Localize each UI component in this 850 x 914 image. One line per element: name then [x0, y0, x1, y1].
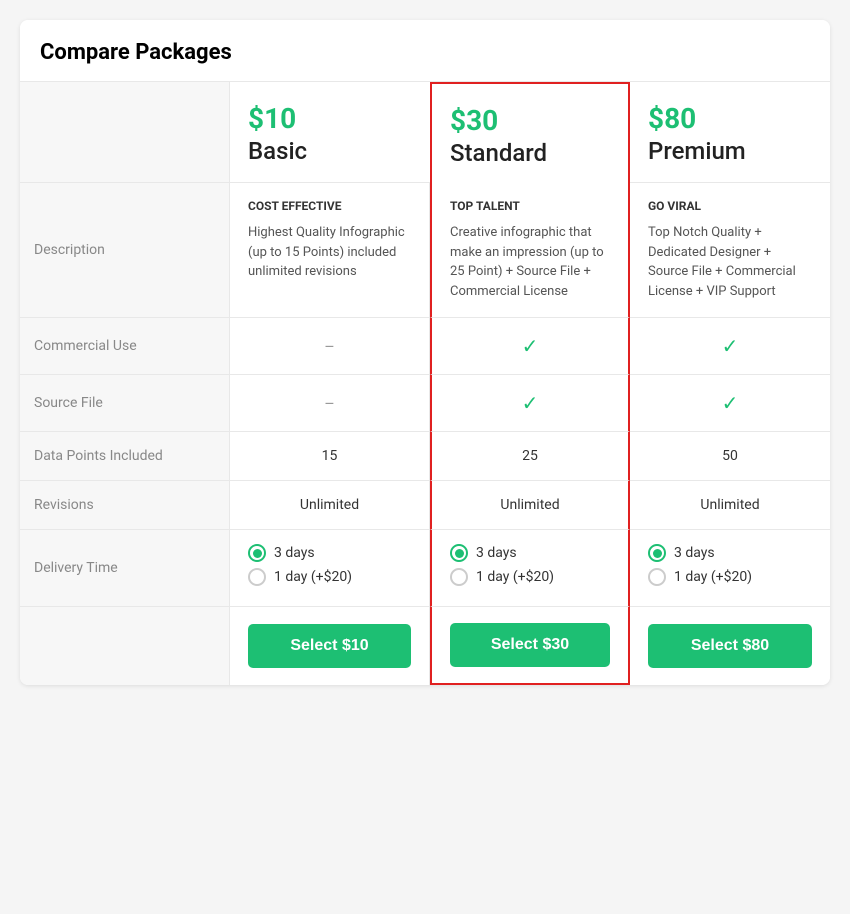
- label-delivery-time: Delivery Time: [20, 530, 230, 607]
- compare-packages-container: Compare Packages $10 Basic $30 Standard …: [20, 20, 830, 685]
- desc-standard: TOP TALENT Creative infographic that mak…: [430, 183, 630, 318]
- check-icon-standard-commercial: ✓: [522, 334, 539, 358]
- standard-name: Standard: [450, 139, 610, 167]
- delivery-premium-1day-label: 1 day (+$20): [674, 569, 752, 585]
- radio-premium-3days[interactable]: [648, 544, 666, 562]
- header-empty-cell: [20, 82, 230, 183]
- source-file-basic: –: [230, 375, 430, 432]
- label-source-file: Source File: [20, 375, 230, 432]
- basic-price: $10: [248, 102, 412, 135]
- radio-inner-basic-3days: [253, 549, 262, 558]
- revisions-standard: Unlimited: [430, 481, 630, 530]
- check-icon-premium-commercial: ✓: [722, 334, 739, 358]
- delivery-premium-1day: 1 day (+$20): [648, 568, 812, 586]
- standard-desc-subtitle: TOP TALENT: [450, 199, 610, 213]
- btn-cell-standard: Select $30: [430, 607, 630, 685]
- delivery-standard-1day: 1 day (+$20): [450, 568, 610, 586]
- delivery-premium: 3 days 1 day (+$20): [630, 530, 830, 607]
- radio-standard-3days[interactable]: [450, 544, 468, 562]
- delivery-basic-3days-label: 3 days: [274, 545, 315, 561]
- package-header-premium: $80 Premium: [630, 82, 830, 183]
- select-premium-button[interactable]: Select $80: [648, 624, 812, 668]
- basic-desc-text: Highest Quality Infographic (up to 15 Po…: [248, 223, 411, 282]
- source-file-standard: ✓: [430, 375, 630, 432]
- radio-inner-standard-3days: [455, 549, 464, 558]
- desc-premium: GO VIRAL Top Notch Quality + Dedicated D…: [630, 183, 830, 318]
- delivery-premium-3days: 3 days: [648, 544, 812, 562]
- delivery-basic-1day: 1 day (+$20): [248, 568, 411, 586]
- delivery-standard-1day-label: 1 day (+$20): [476, 569, 554, 585]
- premium-name: Premium: [648, 137, 812, 165]
- premium-desc-text: Top Notch Quality + Dedicated Designer +…: [648, 223, 812, 301]
- standard-price: $30: [450, 104, 610, 137]
- basic-desc-subtitle: COST EFFECTIVE: [248, 199, 411, 213]
- data-points-basic: 15: [230, 432, 430, 481]
- select-standard-button[interactable]: Select $30: [450, 623, 610, 667]
- dash-icon: –: [324, 337, 335, 356]
- delivery-standard-3days-label: 3 days: [476, 545, 517, 561]
- btn-cell-basic: Select $10: [230, 607, 430, 685]
- select-basic-button[interactable]: Select $10: [248, 624, 411, 668]
- radio-standard-1day[interactable]: [450, 568, 468, 586]
- package-header-basic: $10 Basic: [230, 82, 430, 183]
- radio-basic-3days[interactable]: [248, 544, 266, 562]
- delivery-basic-3days: 3 days: [248, 544, 411, 562]
- delivery-basic-1day-label: 1 day (+$20): [274, 569, 352, 585]
- data-points-standard: 25: [430, 432, 630, 481]
- standard-desc-text: Creative infographic that make an impres…: [450, 223, 610, 301]
- btn-empty-cell: [20, 607, 230, 685]
- label-data-points: Data Points Included: [20, 432, 230, 481]
- radio-inner-premium-3days: [653, 549, 662, 558]
- label-revisions: Revisions: [20, 481, 230, 530]
- delivery-standard-3days: 3 days: [450, 544, 610, 562]
- btn-cell-premium: Select $80: [630, 607, 830, 685]
- compare-table: $10 Basic $30 Standard $80 Premium Descr…: [20, 82, 830, 685]
- radio-premium-1day[interactable]: [648, 568, 666, 586]
- desc-basic: COST EFFECTIVE Highest Quality Infograph…: [230, 183, 430, 318]
- source-file-premium: ✓: [630, 375, 830, 432]
- basic-name: Basic: [248, 137, 412, 165]
- commercial-standard: ✓: [430, 318, 630, 375]
- label-description: Description: [20, 183, 230, 318]
- commercial-premium: ✓: [630, 318, 830, 375]
- revisions-basic: Unlimited: [230, 481, 430, 530]
- delivery-premium-3days-label: 3 days: [674, 545, 715, 561]
- package-header-standard: $30 Standard: [430, 82, 630, 183]
- delivery-standard: 3 days 1 day (+$20): [430, 530, 630, 607]
- commercial-basic: –: [230, 318, 430, 375]
- radio-basic-1day[interactable]: [248, 568, 266, 586]
- data-points-premium: 50: [630, 432, 830, 481]
- premium-desc-subtitle: GO VIRAL: [648, 199, 812, 213]
- check-icon-premium-source: ✓: [722, 391, 739, 415]
- dash-icon-source-basic: –: [324, 394, 335, 413]
- label-commercial-use: Commercial Use: [20, 318, 230, 375]
- compare-title: Compare Packages: [20, 20, 830, 82]
- check-icon-standard-source: ✓: [522, 391, 539, 415]
- premium-price: $80: [648, 102, 812, 135]
- revisions-premium: Unlimited: [630, 481, 830, 530]
- delivery-basic: 3 days 1 day (+$20): [230, 530, 430, 607]
